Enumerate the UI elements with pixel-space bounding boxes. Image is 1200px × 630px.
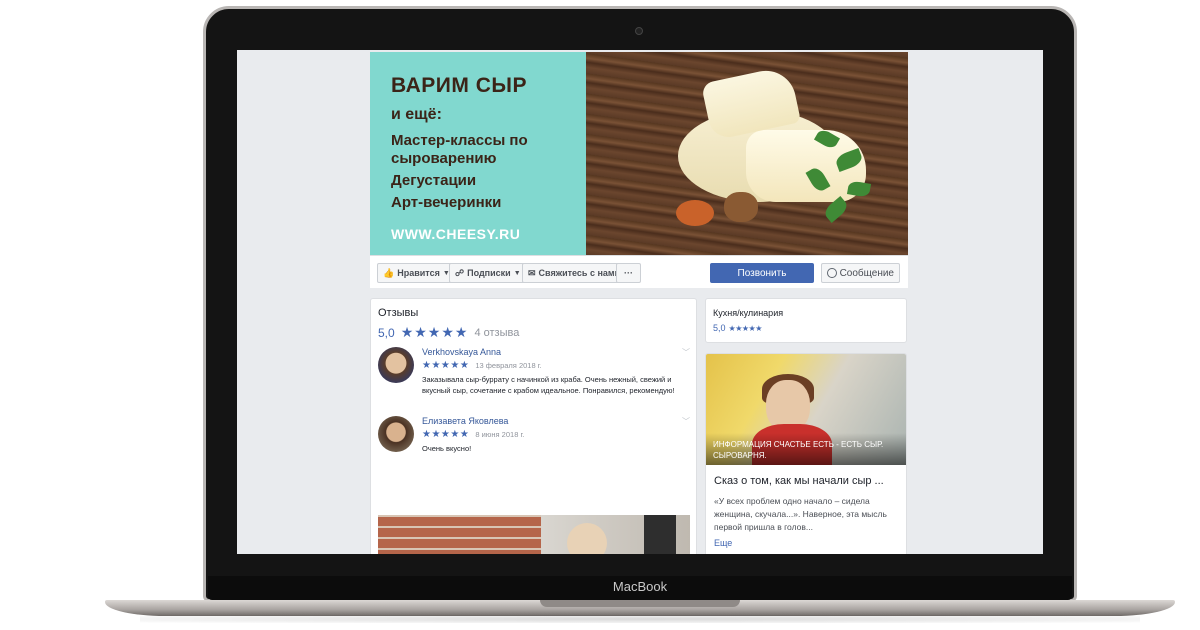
review-body: Елизавета Яковлева ★★★★★ 8 июня 2018 г. …	[422, 416, 690, 454]
brick-wall-shape	[378, 515, 541, 554]
walnut-shape	[724, 192, 758, 222]
laptop-brand: MacBook	[612, 579, 668, 594]
cover-line-workshops: Мастер-классы по сыроварению	[391, 132, 528, 167]
laptop-notch	[540, 600, 740, 607]
rss-icon: ☍	[455, 267, 465, 278]
review-date-link[interactable]: 13 февраля 2018 г.	[475, 361, 541, 370]
envelope-icon: ✉	[528, 267, 536, 278]
category-rating-value: 5,0	[713, 323, 726, 333]
camera-icon	[635, 27, 643, 35]
screen: ВАРИМ СЫР и ещё: Мастер-классы по сырова…	[237, 50, 1043, 554]
apricot-shape	[676, 200, 714, 226]
review-date-link[interactable]: 8 июня 2018 г.	[475, 430, 524, 439]
call-label: Позвонить	[737, 267, 787, 279]
star-rating-icon: ★★★★★	[422, 360, 470, 371]
message-button[interactable]: Сообщение	[821, 263, 900, 283]
chevron-down-icon[interactable]: ﹀	[682, 416, 690, 427]
review-text: Очень вкусно!	[422, 444, 472, 453]
note-card[interactable]: ИНФОРМАЦИЯ СЧАСТЬЕ ЕСТЬ - ЕСТЬ СЫР. СЫРО…	[705, 353, 907, 554]
more-button[interactable]: ···	[616, 263, 641, 283]
follow-button[interactable]: ☍ Подписки ▼	[449, 263, 527, 283]
like-label: Нравится	[397, 268, 440, 278]
review-meta: ★★★★★ 8 июня 2018 г.	[422, 429, 690, 440]
note-title-link[interactable]: Сказ о том, как мы начали сыр ...	[706, 465, 906, 487]
cover-line-tastings: Дегустации	[391, 172, 477, 189]
thumbs-up-icon: 👍	[383, 267, 395, 278]
category-link[interactable]: Кухня/кулинария	[706, 299, 906, 318]
star-rating-icon: ★★★★★	[400, 324, 469, 340]
call-button[interactable]: Позвонить	[710, 263, 814, 283]
chevron-down-icon: ▼	[513, 269, 521, 277]
category-card: Кухня/кулинария 5,0 ★★★★★	[705, 298, 907, 343]
messenger-icon	[827, 268, 837, 278]
avatar[interactable]	[378, 347, 414, 383]
cover-photo-cheese	[586, 52, 908, 255]
review-author-link[interactable]: Verkhovskaya Anna	[422, 347, 690, 357]
person-head-shape	[567, 523, 607, 554]
more-label: ···	[624, 268, 633, 278]
cover-banner: ВАРИМ СЫР и ещё: Мастер-классы по сырова…	[370, 52, 908, 255]
category-rating: 5,0 ★★★★★	[706, 318, 906, 333]
page-action-bar: 👍 Нравится ▼ ☍ Подписки ▼ ✉ Свяжитесь с …	[370, 255, 908, 288]
cover-line-parties: Арт-вечеринки	[391, 194, 502, 211]
reviews-summary: 5,0 ★★★★★ 4 отзыва	[371, 319, 696, 341]
contact-button[interactable]: ✉ Свяжитесь с нами	[522, 263, 627, 283]
review-item: Елизавета Яковлева ★★★★★ 8 июня 2018 г. …	[378, 416, 690, 456]
reviews-card: Отзывы 5,0 ★★★★★ 4 отзыва Verkhovskaya A…	[370, 298, 697, 554]
cover-url: WWW.CHEESY.RU	[391, 226, 521, 242]
note-image[interactable]: ИНФОРМАЦИЯ СЧАСТЬЕ ЕСТЬ - ЕСТЬ СЫР. СЫРО…	[706, 354, 906, 465]
message-label: Сообщение	[839, 267, 894, 279]
note-more-link[interactable]: Еще	[706, 534, 906, 548]
cover-text-panel: ВАРИМ СЫР и ещё: Мастер-классы по сырова…	[370, 52, 586, 255]
cover-subtitle: и ещё:	[391, 106, 442, 123]
review-text: Заказывала сыр-буррату с начинкой из кра…	[422, 375, 675, 395]
review-item: Verkhovskaya Anna ★★★★★ 13 февраля 2018 …	[378, 347, 690, 407]
laptop-shadow	[140, 615, 1140, 623]
note-image-caption: ИНФОРМАЦИЯ СЧАСТЬЕ ЕСТЬ - ЕСТЬ СЫР. СЫРО…	[706, 433, 906, 465]
person-photo-shape	[541, 515, 690, 554]
contact-label: Свяжитесь с нами	[538, 268, 621, 278]
review-author-link[interactable]: Елизавета Яковлева	[422, 416, 690, 426]
review-body: Verkhovskaya Anna ★★★★★ 13 февраля 2018 …	[422, 347, 690, 396]
star-rating-icon: ★★★★★	[728, 323, 763, 333]
follow-label: Подписки	[467, 268, 511, 278]
note-excerpt: «У всех проблем одно начало – сидела жен…	[714, 496, 887, 532]
reviews-title: Отзывы	[378, 307, 419, 319]
chevron-down-icon[interactable]: ﹀	[682, 347, 690, 358]
reviews-count-link[interactable]: 4 отзыва	[474, 327, 519, 339]
cover-title: ВАРИМ СЫР	[391, 74, 527, 97]
rating-value: 5,0	[378, 325, 395, 340]
review-meta: ★★★★★ 13 февраля 2018 г.	[422, 360, 690, 371]
avatar[interactable]	[378, 416, 414, 452]
like-button[interactable]: 👍 Нравится ▼	[377, 263, 456, 283]
window-shape	[644, 515, 676, 554]
review-photo[interactable]	[378, 515, 690, 554]
star-rating-icon: ★★★★★	[422, 429, 470, 440]
